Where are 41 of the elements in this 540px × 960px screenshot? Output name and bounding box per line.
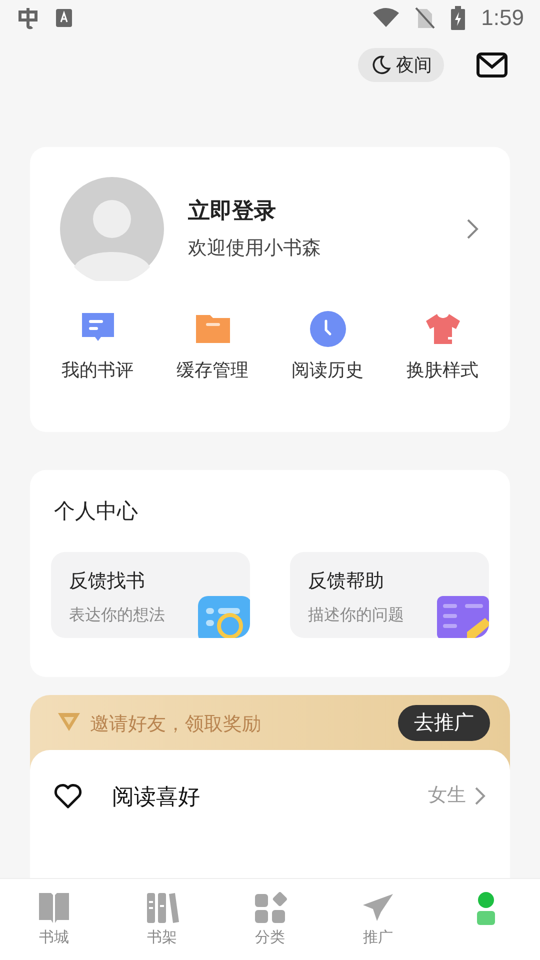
feedback-card[interactable]: 反馈找书 表达你的想法 bbox=[51, 552, 250, 638]
tab-bar-item[interactable]: 书架 bbox=[108, 879, 216, 960]
chevron-right-icon[interactable] bbox=[466, 218, 480, 240]
app-notification-icon bbox=[16, 6, 40, 30]
keyboard-notification-icon bbox=[56, 8, 72, 26]
no-sim-icon bbox=[415, 6, 436, 28]
status-time: 1:59 bbox=[481, 4, 524, 32]
feedback-subtitle: 表达你的想法 bbox=[69, 606, 165, 626]
shortcut-button[interactable]: 缓存管理 bbox=[155, 309, 270, 384]
tab-bar-item[interactable]: 推广 bbox=[324, 879, 432, 960]
feedback-subtitle: 描述你的问题 bbox=[308, 606, 404, 626]
category-grid-icon bbox=[253, 891, 287, 925]
tab-bar-item[interactable]: 分类 bbox=[216, 879, 324, 960]
settings-row[interactable]: 阅读喜好 女生 bbox=[54, 776, 486, 816]
mail-icon[interactable] bbox=[476, 52, 508, 78]
feedback-card[interactable]: 反馈帮助 描述你的问题 bbox=[290, 552, 489, 638]
notebook-pencil-icon bbox=[435, 594, 489, 638]
shortcut-button[interactable]: 我的书评 bbox=[40, 309, 155, 384]
diamond-icon bbox=[56, 711, 82, 733]
bookshelf-icon bbox=[145, 891, 179, 925]
moon-icon bbox=[370, 54, 392, 76]
shortcut-button[interactable]: 换肤样式 bbox=[385, 309, 500, 384]
login-title[interactable]: 立即登录 bbox=[188, 194, 466, 228]
feedback-title: 反馈帮助 bbox=[308, 570, 384, 594]
open-book-icon bbox=[37, 891, 71, 925]
promote-button[interactable]: 去推广 bbox=[398, 705, 490, 741]
clock-icon bbox=[308, 309, 348, 349]
invite-text: 邀请好友，领取奖励 bbox=[90, 713, 262, 737]
shortcut-button[interactable]: 阅读历史 bbox=[270, 309, 385, 384]
tab-bar-item[interactable]: 书城 bbox=[0, 879, 108, 960]
heart-icon bbox=[54, 783, 82, 809]
chevron-right-icon bbox=[474, 786, 486, 806]
feedback-title: 反馈找书 bbox=[69, 570, 145, 594]
search-list-icon bbox=[196, 594, 250, 638]
night-mode-button[interactable]: 夜间 bbox=[358, 48, 444, 82]
setting-label: 阅读喜好 bbox=[112, 782, 201, 810]
wifi-icon bbox=[373, 6, 400, 28]
setting-value: 女生 bbox=[428, 784, 466, 808]
section-title: 个人中心 bbox=[54, 499, 139, 525]
battery-icon bbox=[451, 6, 466, 30]
welcome-text: 欢迎使用小书森 bbox=[188, 237, 322, 262]
